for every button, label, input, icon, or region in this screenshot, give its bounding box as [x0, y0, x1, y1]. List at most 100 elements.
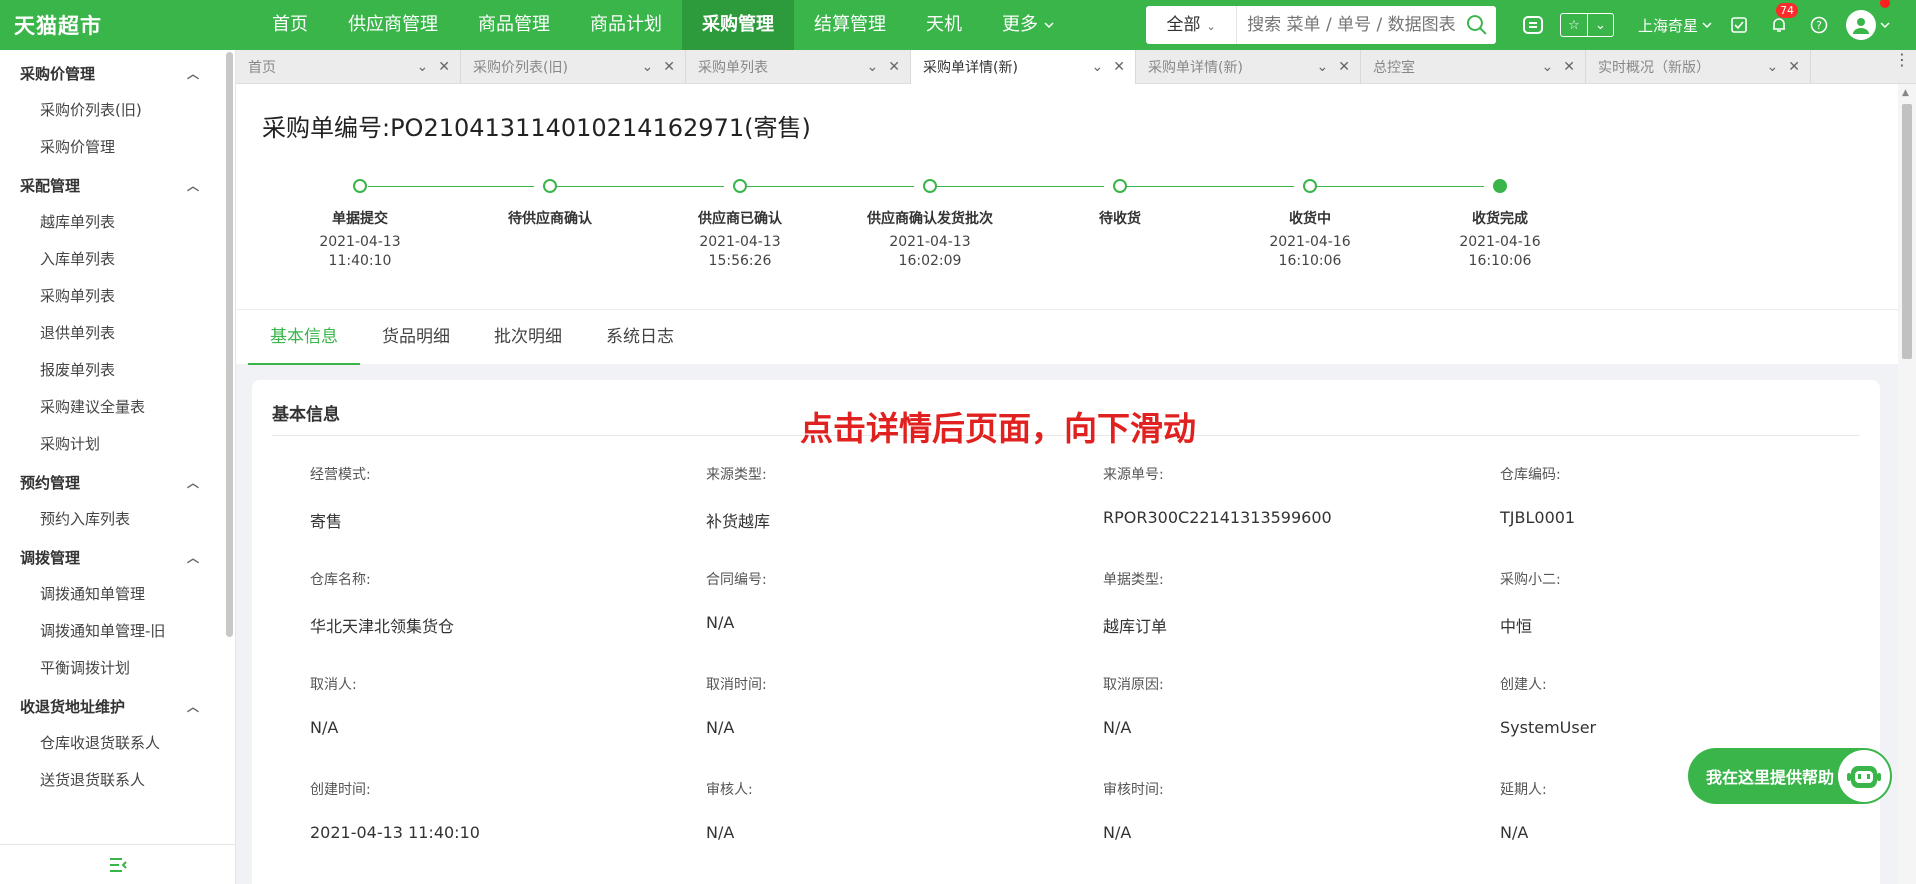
sidebar-item[interactable]: 报废单列表: [0, 352, 235, 389]
tab-po-list[interactable]: 采购单列表 ⌄ ✕: [686, 50, 911, 84]
bell-icon[interactable]: 74: [1766, 3, 1799, 38]
sidebar-item[interactable]: 采购价列表(旧): [0, 92, 235, 129]
field-value: N/A: [1103, 718, 1132, 737]
field-label: 采购小二:: [1500, 572, 1561, 588]
chevron-down-icon[interactable]: ⌄: [1317, 59, 1329, 75]
nav-purchase[interactable]: 采购管理: [682, 0, 794, 50]
sidebar-group-appointment[interactable]: 预约管理 ︿: [0, 463, 235, 501]
favorites-button[interactable]: ☆ ⌄: [1560, 13, 1614, 37]
chevron-up-icon: ︿: [186, 550, 199, 565]
sidebar: 采购价管理 ︿ 采购价列表(旧) 采购价管理 采配管理 ︿ 越库单列表 入库单列表 …: [0, 50, 236, 884]
close-icon[interactable]: ✕: [888, 59, 900, 75]
tab-realtime-overview[interactable]: 实时概况（新版） ⌄ ✕: [1586, 50, 1811, 84]
tab-po-detail[interactable]: 采购单详情(新) ⌄ ✕: [1136, 50, 1361, 84]
page-tabs: 首页 ⌄ ✕ 采购价列表(旧) ⌄ ✕ 采购单列表 ⌄ ✕ 采购单详情(新) ⌄ ✕ 采购单详情…: [236, 50, 1916, 84]
page-scrollbar[interactable]: ▲: [1898, 84, 1916, 884]
chevron-down-icon: [1044, 22, 1054, 29]
app-switch-icon[interactable]: [1520, 12, 1546, 38]
search-input[interactable]: [1237, 7, 1467, 43]
step-time: 15:56:26: [708, 253, 772, 269]
search-icon[interactable]: [1466, 14, 1488, 36]
app-logo[interactable]: 天猫超市: [0, 10, 252, 40]
more-vertical-icon[interactable]: ⋮: [1894, 52, 1910, 68]
field-review-time: 审核时间: N/A: [1103, 779, 1483, 842]
nav-tianji[interactable]: 天机: [906, 0, 982, 50]
chevron-down-icon[interactable]: ⌄: [1092, 59, 1104, 75]
sidebar-group-price[interactable]: 采购价管理 ︿: [0, 54, 235, 92]
field-value: TJBL0001: [1500, 508, 1576, 527]
chevron-up-icon: ︿: [186, 475, 199, 490]
chevron-down-icon[interactable]: ⌄: [417, 59, 429, 75]
sidebar-collapse-button[interactable]: [0, 844, 235, 884]
close-icon[interactable]: ✕: [1338, 59, 1350, 75]
sidebar-group-label: 调拨管理: [20, 548, 81, 567]
sidebar-group-address[interactable]: 收退货地址维护 ︿: [0, 687, 235, 725]
sidebar-item[interactable]: 采购单列表: [0, 278, 235, 315]
notification-badge: 74: [1776, 3, 1799, 18]
sidebar-item[interactable]: 调拨通知单管理: [0, 576, 235, 613]
tab-goods-detail[interactable]: 货品明细: [360, 310, 472, 365]
sidebar-group-transfer[interactable]: 调拨管理 ︿: [0, 538, 235, 576]
nav-home[interactable]: 首页: [252, 0, 328, 50]
page-title: 采购单编号:PO210413114010214162971(寄售): [262, 114, 811, 142]
nav-settlement[interactable]: 结算管理: [794, 0, 906, 50]
close-icon[interactable]: ✕: [1563, 59, 1575, 75]
tab-home[interactable]: 首页 ⌄ ✕: [236, 50, 461, 84]
chevron-down-icon[interactable]: ⌄: [867, 59, 879, 75]
sidebar-item[interactable]: 平衡调拨计划: [0, 650, 235, 687]
field-label: 合同编号:: [706, 572, 767, 588]
close-icon[interactable]: ✕: [663, 59, 675, 75]
sidebar-item[interactable]: 预约入库列表: [0, 501, 235, 538]
nav-more-label: 更多: [1002, 14, 1038, 35]
chevron-down-icon[interactable]: ⌄: [1767, 59, 1779, 75]
sidebar-item[interactable]: 采购建议全量表: [0, 389, 235, 426]
field-contract-number: 合同编号: N/A: [706, 569, 1086, 632]
task-check-icon[interactable]: [1726, 12, 1752, 38]
sidebar-item[interactable]: 送货退货联系人: [0, 762, 235, 799]
tab-price-list-old[interactable]: 采购价列表(旧) ⌄ ✕: [461, 50, 686, 84]
search-scope-select[interactable]: 全部 ⌄: [1146, 6, 1238, 44]
chevron-down-icon[interactable]: ⌄: [642, 59, 654, 75]
tab-po-detail-active[interactable]: 采购单详情(新) ⌄ ✕: [911, 50, 1136, 84]
tab-basic-info[interactable]: 基本信息: [248, 310, 360, 365]
step-dot: [1113, 179, 1127, 193]
close-icon[interactable]: ✕: [438, 59, 450, 75]
field-reviewer: 审核人: N/A: [706, 779, 1086, 842]
tab-system-log[interactable]: 系统日志: [584, 310, 696, 365]
sidebar-item[interactable]: 采购价管理: [0, 129, 235, 166]
sidebar-item[interactable]: 退供单列表: [0, 315, 235, 352]
chevron-down-icon[interactable]: ⌄: [1542, 59, 1554, 75]
nav-supplier[interactable]: 供应商管理: [328, 0, 458, 50]
field-created-by: 创建人: SystemUser: [1500, 674, 1880, 737]
user-menu[interactable]: [1846, 0, 1891, 40]
sidebar-item[interactable]: 采购计划: [0, 426, 235, 463]
close-icon[interactable]: ✕: [1788, 59, 1800, 75]
help-icon[interactable]: ?: [1806, 12, 1832, 38]
tab-batch-detail[interactable]: 批次明细: [472, 310, 584, 365]
nav-product[interactable]: 商品管理: [458, 0, 570, 50]
tab-control-room[interactable]: 总控室 ⌄ ✕: [1361, 50, 1586, 84]
field-buyer: 采购小二: 中恒: [1500, 569, 1880, 637]
sidebar-item[interactable]: 仓库收退货联系人: [0, 725, 235, 762]
sidebar-item[interactable]: 越库单列表: [0, 204, 235, 241]
field-document-type: 单据类型: 越库订单: [1103, 569, 1483, 637]
sidebar-group-distribution[interactable]: 采配管理 ︿: [0, 166, 235, 204]
field-value: SystemUser: [1500, 718, 1597, 737]
field-business-mode: 经营模式: 寄售: [310, 464, 690, 532]
scrollbar-thumb[interactable]: [1902, 104, 1912, 359]
tab-label: 采购单详情(新): [923, 60, 1018, 76]
scroll-up-icon[interactable]: ▲: [1902, 88, 1909, 98]
field-value: 华北天津北领集货仓: [310, 617, 455, 636]
help-assistant-button[interactable]: 我在这里提供帮助: [1688, 748, 1892, 804]
nav-product-plan[interactable]: 商品计划: [570, 0, 682, 50]
user-icon: [1853, 18, 1870, 34]
sidebar-item[interactable]: 入库单列表: [0, 241, 235, 278]
step-dot: [543, 179, 557, 193]
store-selector[interactable]: 上海奇星: [1638, 15, 1712, 36]
sidebar-item[interactable]: 调拨通知单管理-旧: [0, 613, 235, 650]
step-name: 供应商确认发货批次: [867, 211, 993, 227]
sidebar-scrollbar[interactable]: [226, 52, 233, 637]
close-icon[interactable]: ✕: [1113, 59, 1125, 75]
nav-more[interactable]: 更多: [982, 0, 1074, 50]
tab-label: 采购价列表(旧): [473, 60, 568, 76]
